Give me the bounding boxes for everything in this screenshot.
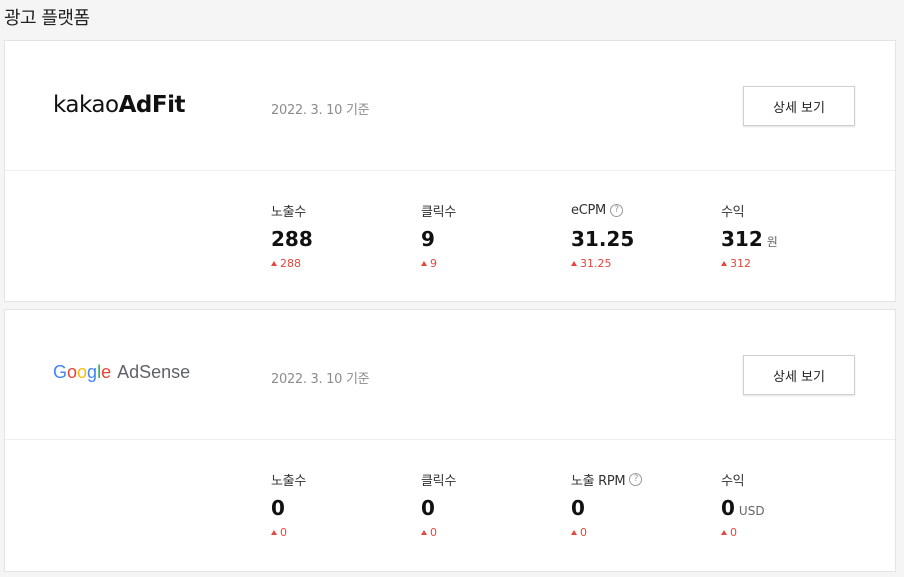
stat-change-value: 0 [730, 526, 737, 539]
logo-text-light: kakao [53, 92, 119, 118]
triangle-up-icon [421, 530, 427, 535]
stat-clicks: 클릭수 0 0 [421, 470, 561, 539]
stat-label-text: 클릭수 [421, 204, 456, 220]
stat-value-number: 312 [721, 227, 763, 251]
question-circle-icon[interactable]: ? [609, 203, 623, 217]
platform-card-adfit: kakaoAdFit 2022. 3. 10 기준 상세 보기 노출수 288 … [4, 40, 896, 302]
stat-change: 0 [421, 526, 561, 539]
stat-change-value: 0 [430, 526, 437, 539]
stat-value: 0 [271, 496, 411, 520]
stat-change-value: 312 [730, 257, 751, 270]
stat-change: 288 [271, 257, 411, 270]
google-wordmark: Google [53, 362, 111, 382]
google-letter: o [67, 362, 78, 382]
card-header: Google AdSense 2022. 3. 10 기준 상세 보기 [5, 310, 895, 440]
stat-value-number: 0 [271, 496, 285, 520]
stat-unit: 원 [766, 235, 778, 249]
stats-row: 노출수 0 0 클릭수 0 0 노출 RPM? 0 0 수익 0 USD 0 [5, 440, 895, 571]
stat-label-text: 수익 [721, 204, 745, 220]
card-header: kakaoAdFit 2022. 3. 10 기준 상세 보기 [5, 41, 895, 171]
stat-label-text: eCPM [571, 202, 606, 218]
triangle-up-icon [271, 530, 277, 535]
triangle-up-icon [721, 530, 727, 535]
logo-text-bold: AdFit [118, 92, 186, 118]
stat-label: 클릭수 [421, 201, 561, 220]
stat-change-value: 0 [280, 526, 287, 539]
triangle-up-icon [571, 261, 577, 266]
stat-value: 31.25 [571, 227, 711, 251]
stat-change-value: 9 [430, 257, 437, 270]
stat-label: 클릭수 [421, 470, 561, 489]
stat-change-value: 288 [280, 257, 301, 270]
triangle-up-icon [571, 530, 577, 535]
stat-change: 9 [421, 257, 561, 270]
stat-label: eCPM? [571, 201, 711, 219]
stat-value: 9 [421, 227, 561, 251]
stat-change: 0 [571, 526, 711, 539]
stat-label: 노출 RPM? [571, 470, 711, 489]
stat-label-text: 노출 RPM [571, 473, 626, 489]
stat-value: 288 [271, 227, 411, 251]
stat-ecpm: eCPM? 31.25 31.25 [571, 201, 711, 270]
stat-label: 노출수 [271, 470, 411, 489]
report-date: 2022. 3. 10 기준 [271, 372, 370, 387]
stat-value: 0 [421, 496, 561, 520]
stat-label: 수익 [721, 201, 861, 220]
stat-value-number: 31.25 [571, 227, 635, 251]
stat-label-text: 노출수 [271, 204, 306, 220]
stat-rpm: 노출 RPM? 0 0 [571, 470, 711, 539]
stat-change: 312 [721, 257, 861, 270]
stat-value: 0 USD [721, 496, 861, 520]
triangle-up-icon [721, 261, 727, 266]
report-date: 2022. 3. 10 기준 [271, 103, 370, 118]
stat-label-text: 수익 [721, 473, 745, 489]
stat-value: 0 [571, 496, 711, 520]
adsense-wordmark: AdSense [117, 362, 191, 382]
google-letter: g [87, 362, 98, 382]
platform-card-adsense: Google AdSense 2022. 3. 10 기준 상세 보기 노출수 0… [4, 309, 896, 572]
stat-value: 312 원 [721, 227, 861, 251]
detail-button[interactable]: 상세 보기 [743, 355, 855, 395]
stat-impressions: 노출수 0 0 [271, 470, 411, 539]
stat-label-text: 노출수 [271, 473, 306, 489]
stat-value-number: 0 [571, 496, 585, 520]
stat-value-number: 0 [421, 496, 435, 520]
google-letter: G [53, 362, 68, 382]
stat-label: 노출수 [271, 201, 411, 220]
stats-row: 노출수 288 288 클릭수 9 9 eCPM? 31.25 31.25 수익… [5, 171, 895, 301]
stat-value-number: 288 [271, 227, 313, 251]
stat-change: 0 [721, 526, 861, 539]
page-title: 광고 플랫폼 [4, 8, 90, 29]
google-letter: e [101, 362, 112, 382]
question-circle-icon[interactable]: ? [629, 472, 643, 486]
detail-button[interactable]: 상세 보기 [743, 86, 855, 126]
stat-change-value: 31.25 [580, 257, 612, 270]
triangle-up-icon [271, 261, 277, 266]
google-letter: o [77, 362, 88, 382]
stat-value-number: 9 [421, 227, 435, 251]
stat-change: 31.25 [571, 257, 711, 270]
stat-change-value: 0 [580, 526, 587, 539]
google-adsense-logo: Google AdSense [53, 362, 190, 383]
stat-revenue: 수익 0 USD 0 [721, 470, 861, 539]
kakao-adfit-logo: kakaoAdFit [53, 92, 185, 118]
stat-unit: USD [738, 504, 765, 518]
stat-value-number: 0 [721, 496, 735, 520]
stat-clicks: 클릭수 9 9 [421, 201, 561, 270]
triangle-up-icon [421, 261, 427, 266]
stat-label: 수익 [721, 470, 861, 489]
stat-change: 0 [271, 526, 411, 539]
stat-label-text: 클릭수 [421, 473, 456, 489]
stat-revenue: 수익 312 원 312 [721, 201, 861, 270]
stat-impressions: 노출수 288 288 [271, 201, 411, 270]
